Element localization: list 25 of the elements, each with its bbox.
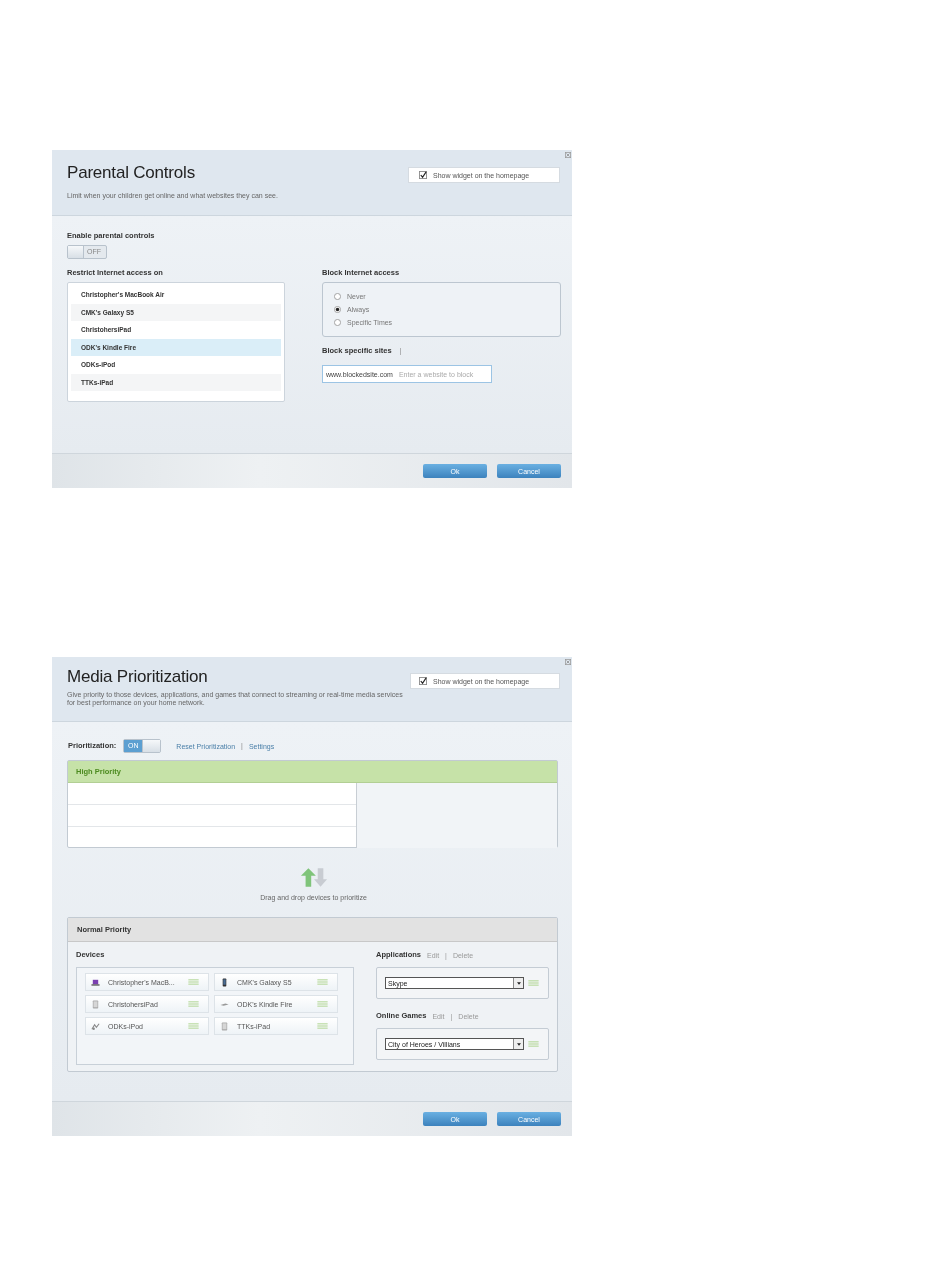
drag-handle-icon[interactable]: [188, 1023, 199, 1029]
radio-icon[interactable]: [334, 306, 341, 313]
drag-handle-icon[interactable]: [528, 980, 539, 986]
panel-title: Media Prioritization: [67, 667, 209, 687]
drag-handle-icon[interactable]: [317, 1001, 328, 1007]
checkbox-icon[interactable]: [419, 171, 427, 179]
close-icon[interactable]: [565, 659, 571, 665]
drag-handle-icon[interactable]: [188, 979, 199, 985]
radio-icon[interactable]: [334, 293, 341, 300]
close-icon[interactable]: [565, 152, 571, 158]
tablet-icon: [220, 1021, 229, 1031]
laptop-icon: [91, 977, 100, 987]
drag-handle-icon[interactable]: [188, 1001, 199, 1007]
drag-handle-icon[interactable]: [317, 979, 328, 985]
checkbox-icon[interactable]: [419, 677, 427, 685]
caret-icon: [516, 1042, 521, 1046]
music-player-icon: [91, 1021, 100, 1031]
phone-icon: [220, 977, 229, 987]
drag-handle-icon[interactable]: [317, 1023, 328, 1029]
drag-handle-icon[interactable]: [528, 1041, 539, 1047]
tablet-icon: [91, 999, 100, 1009]
caret-icon: [516, 981, 521, 985]
radio-icon[interactable]: [334, 319, 341, 326]
panel-title: Parental Controls: [67, 163, 196, 183]
up-down-arrows-icon: [299, 868, 328, 887]
